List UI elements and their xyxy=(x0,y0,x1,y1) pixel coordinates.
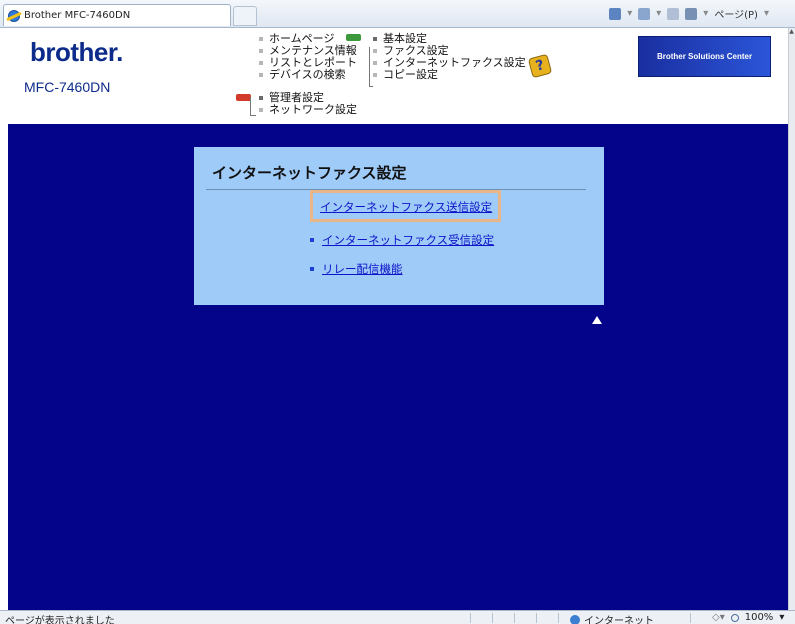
bullet-icon xyxy=(310,238,314,242)
help-icon[interactable]: ? xyxy=(527,53,553,79)
link-ifax-receive[interactable]: インターネットファクス受信設定 xyxy=(310,232,494,248)
page-top-arrow-icon[interactable] xyxy=(592,316,602,324)
zoom-control[interactable]: ◇▾ 100% ▾ xyxy=(712,612,784,623)
status-message: ページが表示されました xyxy=(5,616,115,624)
nav-copy-setup[interactable]: コピー設定 xyxy=(373,69,526,81)
browser-tab-bar: Brother MFC-7460DN ▾ ▾ ▾ ページ(P) ▾ xyxy=(0,0,795,28)
link-ifax-send[interactable]: インターネットファクス送信設定 xyxy=(320,199,492,215)
nav-column-3: 管理者設定 ネットワーク設定 xyxy=(259,92,357,116)
ifax-panel: インターネットファクス設定 インターネットファクス送信設定 インターネットファク… xyxy=(194,147,604,305)
globe-icon xyxy=(570,614,580,624)
security-zone: インターネット xyxy=(570,612,654,624)
ie-icon xyxy=(8,9,20,22)
page-title: インターネットファクス設定 xyxy=(212,164,407,182)
bullet-icon xyxy=(310,267,314,271)
browser-tab[interactable]: Brother MFC-7460DN xyxy=(3,4,231,26)
protected-mode-icon[interactable]: ◇▾ xyxy=(712,612,725,623)
feeds-icon[interactable] xyxy=(638,7,651,20)
nav-column-2: 基本設定 ファクス設定 インターネットファクス設定 コピー設定 xyxy=(373,33,526,81)
model-name: MFC-7460DN xyxy=(24,79,111,95)
home-icon[interactable] xyxy=(609,7,622,20)
main-content: インターネットファクス設定 インターネットファクス送信設定 インターネットファク… xyxy=(8,124,788,610)
brother-logo: brother. xyxy=(30,37,123,67)
key-icon-red xyxy=(236,94,251,101)
tree-line xyxy=(250,97,256,116)
command-bar: ▾ ▾ ▾ ページ(P) ▾ xyxy=(609,6,769,21)
nav-network[interactable]: ネットワーク設定 xyxy=(259,104,357,116)
key-icon-green xyxy=(346,34,361,41)
page-header: brother. MFC-7460DN ホームページ メンテナンス情報 リストと… xyxy=(0,28,788,124)
solutions-center-button[interactable]: Brother Solutions Center xyxy=(638,36,771,77)
zoom-icon xyxy=(730,613,739,622)
mail-icon[interactable] xyxy=(667,7,680,20)
status-bar: ページが表示されました インターネット ◇▾ 100% ▾ xyxy=(0,610,795,624)
page-menu-button[interactable]: ページ(P) xyxy=(714,6,758,21)
vertical-scrollbar[interactable] xyxy=(788,28,795,610)
print-icon[interactable] xyxy=(685,7,698,20)
nav-column-1: ホームページ メンテナンス情報 リストとレポート デバイスの検索 xyxy=(259,33,357,81)
scroll-up-arrow-icon[interactable]: ▲ xyxy=(788,28,795,38)
nav-find-device[interactable]: デバイスの検索 xyxy=(259,69,357,81)
link-relay-broadcast[interactable]: リレー配信機能 xyxy=(310,261,403,277)
tab-title: Brother MFC-7460DN xyxy=(24,10,131,21)
new-tab-button[interactable] xyxy=(233,6,257,26)
